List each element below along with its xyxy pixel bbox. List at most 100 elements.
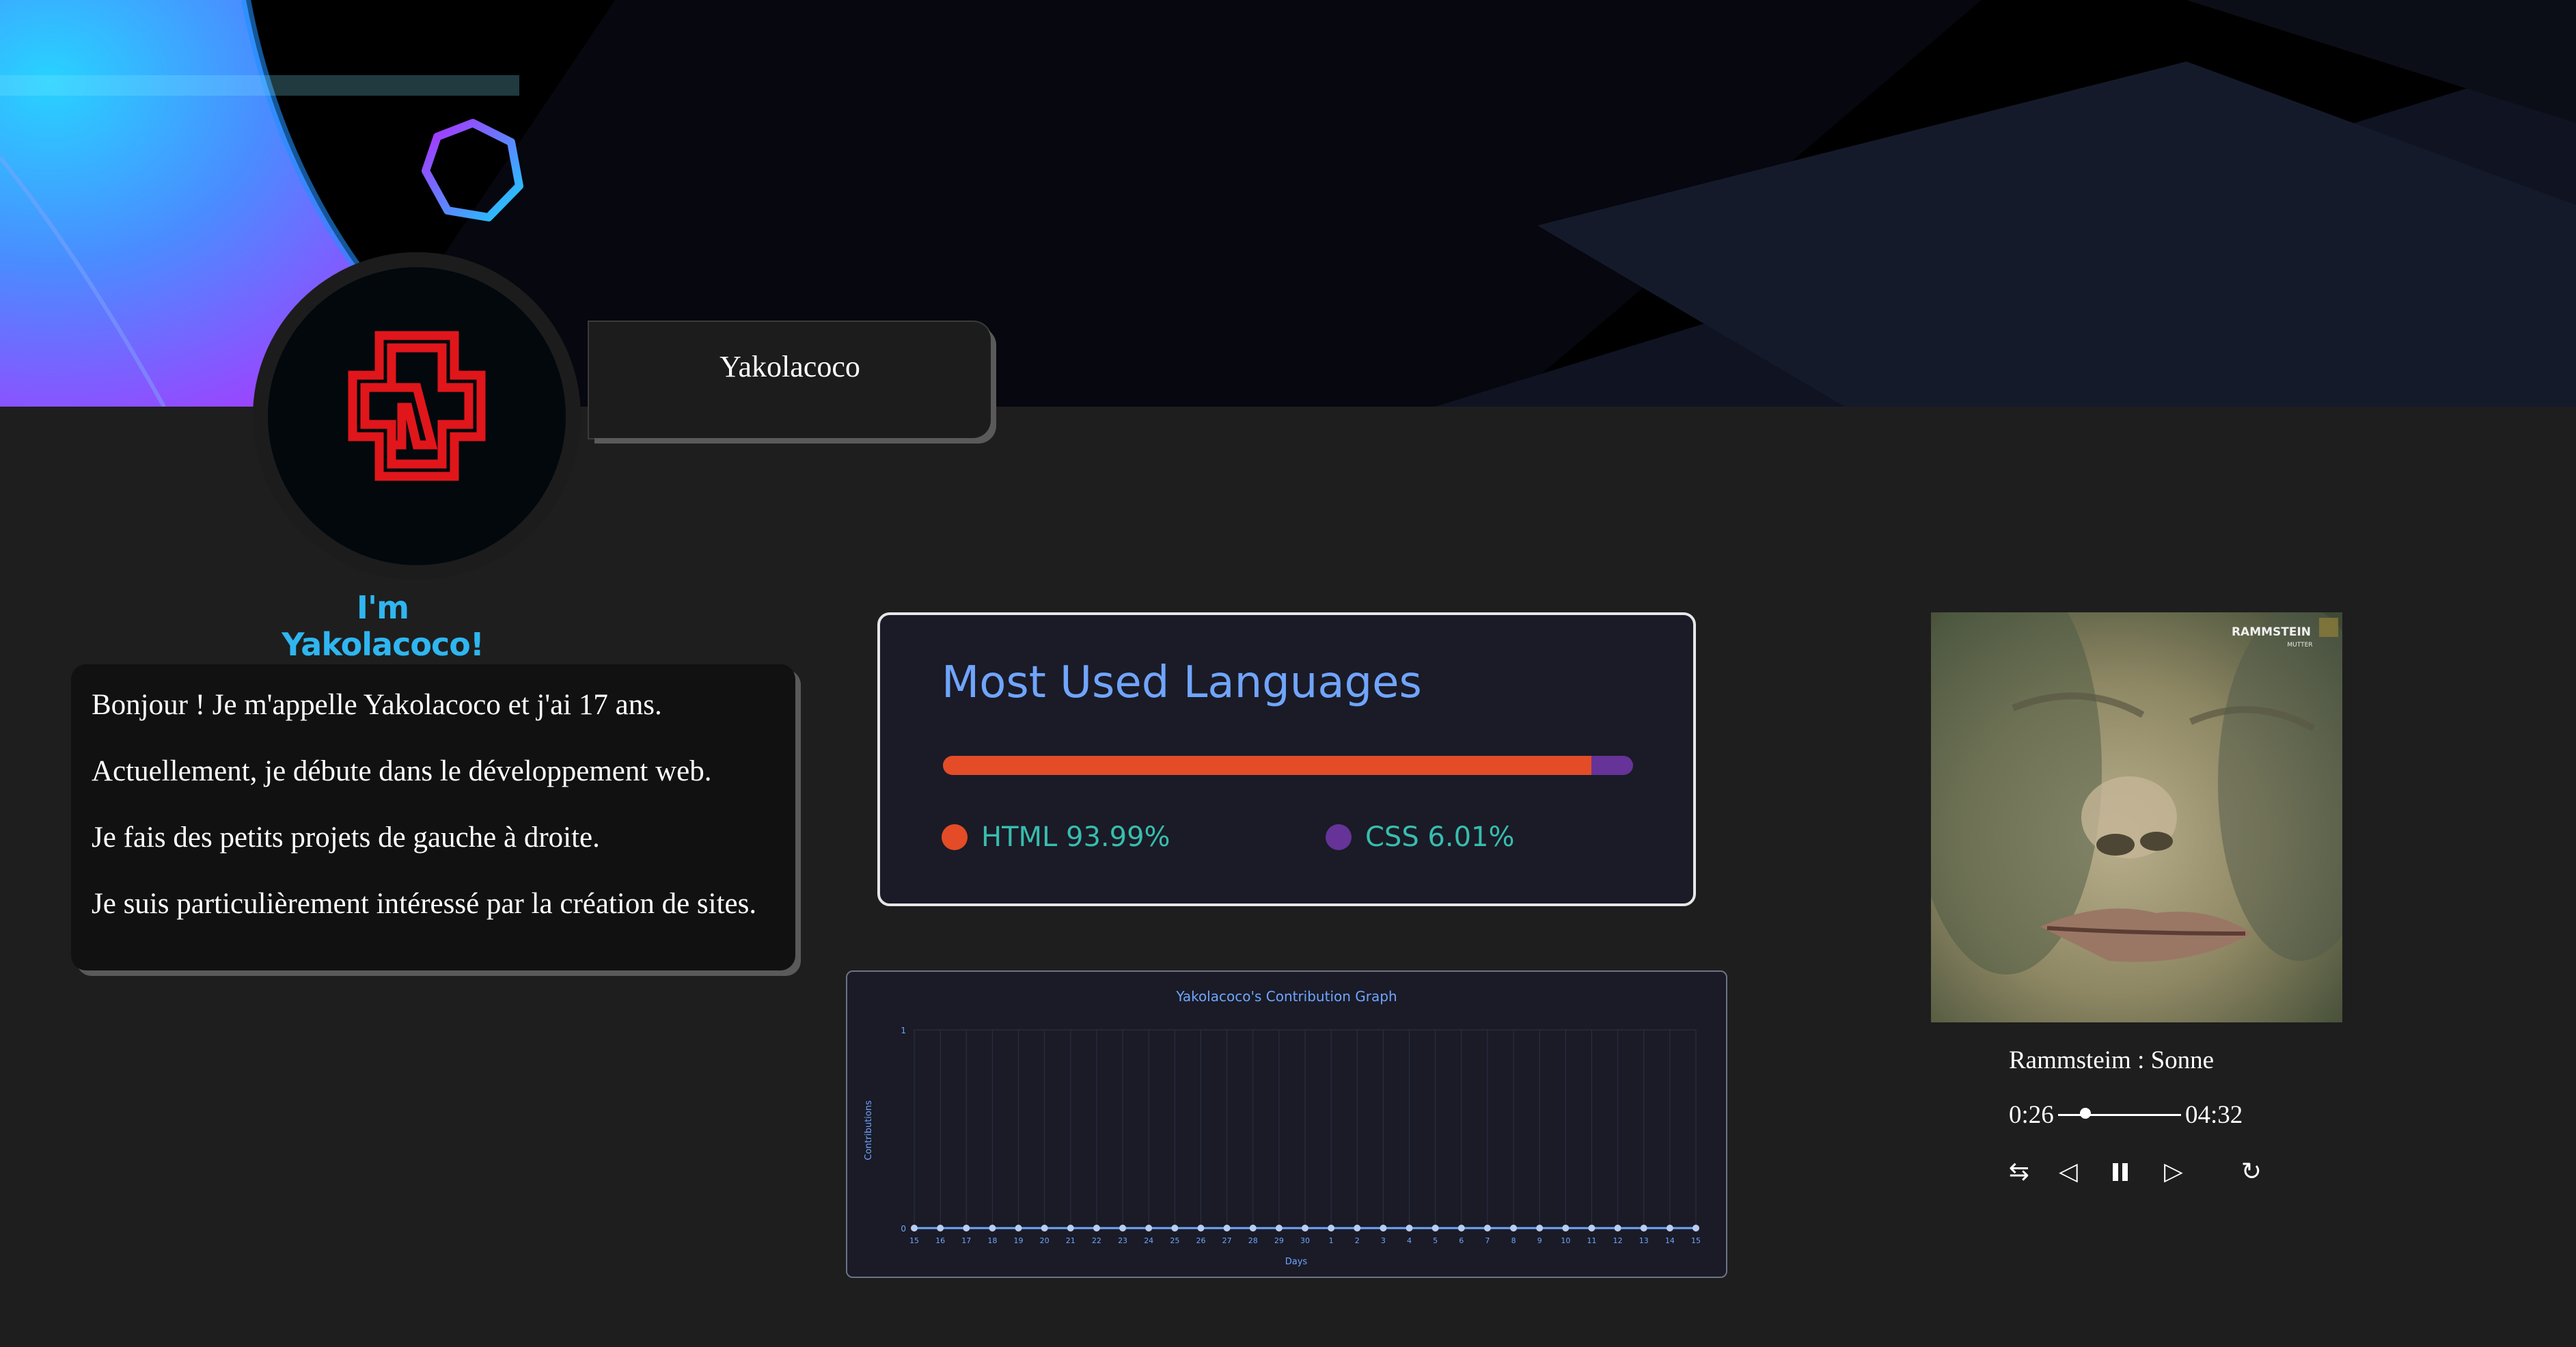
data-point [1536, 1225, 1544, 1232]
css-dot-icon [1326, 824, 1352, 850]
greeting-heading: I'm Yakolacoco! [282, 589, 484, 663]
x-tick-label: 16 [935, 1236, 945, 1245]
html-dot-icon [942, 824, 968, 850]
data-point [1510, 1225, 1518, 1232]
languages-progress-bar [943, 756, 1633, 775]
data-point [1588, 1225, 1595, 1232]
contribution-graph: Yakolacoco's Contribution Graph Contribu… [864, 988, 1701, 1267]
x-tick-label: 17 [961, 1236, 971, 1245]
y-axis-label: Contributions [864, 1100, 874, 1160]
data-point [1328, 1225, 1335, 1232]
css-label: CSS 6.01% [1365, 821, 1515, 853]
x-tick-label: 30 [1300, 1236, 1310, 1245]
repeat-icon: ↻ [2241, 1158, 2262, 1186]
contribution-graph-card: Yakolacoco's Contribution Graph Contribu… [846, 970, 1727, 1278]
shuffle-button[interactable]: ⇆ [2003, 1155, 2035, 1189]
x-tick-label: 25 [1170, 1236, 1179, 1245]
x-tick-label: 24 [1144, 1236, 1153, 1245]
x-tick-label: 15 [909, 1236, 919, 1245]
previous-button[interactable]: ◁ [2053, 1155, 2084, 1189]
x-tick-label: 14 [1665, 1236, 1675, 1245]
data-point [1249, 1225, 1257, 1232]
x-tick-label: 7 [1485, 1236, 1490, 1245]
most-used-languages-card: Most Used Languages HTML 93.99% CSS 6.01… [877, 612, 1696, 906]
bio-line: Je suis particulièrement intéressé par l… [92, 888, 757, 920]
x-tick-label: 2 [1355, 1236, 1360, 1245]
repeat-button[interactable]: ↻ [2236, 1155, 2267, 1189]
chart-grid [914, 1029, 1697, 1229]
data-point [1275, 1225, 1283, 1232]
x-tick-label: 20 [1040, 1236, 1050, 1245]
bio-card: Bonjour ! Je m'appelle Yakolacoco et j'a… [71, 664, 795, 970]
chart-marks: 0115 16 17 18 19 20 21 22 23 24 25 26 27 28 29 30 1 2 3 4 5 6… [901, 1026, 1701, 1245]
data-point [1302, 1225, 1308, 1232]
previous-icon: ◁ [2059, 1158, 2078, 1186]
x-tick-label: 26 [1196, 1236, 1205, 1245]
seek-handle[interactable] [2079, 1108, 2091, 1119]
data-point [989, 1225, 996, 1232]
data-point [1197, 1225, 1205, 1232]
data-point [1093, 1225, 1100, 1232]
rammstein-logo-icon [348, 331, 486, 481]
data-point [1666, 1225, 1673, 1232]
chart-title: Yakolacoco's Contribution Graph [1175, 988, 1397, 1005]
cover-band-text: RAMMSTEIN [2232, 625, 2311, 639]
x-tick-label: 12 [1613, 1236, 1623, 1245]
x-tick-label: 15 [1691, 1236, 1701, 1245]
x-tick-label: 4 [1407, 1236, 1412, 1245]
avatar[interactable] [268, 267, 566, 565]
x-tick-label: 27 [1222, 1236, 1232, 1245]
legend-item-css: CSS 6.01% [1326, 820, 1515, 854]
data-point [1354, 1225, 1361, 1232]
data-point [1015, 1225, 1022, 1232]
username: Yakolacoco [720, 350, 860, 383]
legend-item-html: HTML 93.99% [942, 820, 1170, 854]
x-tick-label: 6 [1459, 1236, 1464, 1245]
x-tick-label: 1 [1329, 1236, 1334, 1245]
duration: 04:32 [2185, 1101, 2243, 1129]
x-tick-label: 29 [1274, 1236, 1284, 1245]
x-tick-label: 28 [1248, 1236, 1258, 1245]
x-tick-label: 5 [1433, 1236, 1438, 1245]
data-point [963, 1225, 970, 1232]
data-point [1562, 1225, 1570, 1232]
song-title: Rammsteim : Sonne [2009, 1046, 2215, 1074]
languages-title: Most Used Languages [942, 657, 1422, 708]
x-axis-label: Days [1285, 1257, 1308, 1267]
x-tick-label: 23 [1118, 1236, 1127, 1245]
x-tick-label: 11 [1587, 1236, 1596, 1245]
x-tick-label: 19 [1014, 1236, 1024, 1245]
x-tick-label: 10 [1561, 1236, 1570, 1245]
next-icon: ▷ [2164, 1158, 2183, 1186]
cover-album-text: MUTTER [2287, 642, 2312, 649]
bio-line: Je fais des petits projets de gauche à d… [92, 821, 600, 854]
x-tick-label: 9 [1537, 1236, 1542, 1245]
data-point [937, 1225, 944, 1232]
data-point [1380, 1225, 1387, 1232]
data-point [1067, 1225, 1074, 1232]
x-tick-label: 18 [987, 1236, 997, 1245]
data-point [1483, 1225, 1491, 1232]
seek-bar[interactable] [2058, 1114, 2181, 1116]
pause-button[interactable] [2105, 1155, 2136, 1189]
data-point [1119, 1225, 1127, 1232]
next-button[interactable]: ▷ [2158, 1155, 2189, 1189]
album-cover-art: RAMMSTEIN MUTTER [1931, 612, 2342, 1022]
data-point [1614, 1225, 1621, 1232]
data-point [1145, 1225, 1153, 1232]
data-point [1640, 1225, 1647, 1232]
bio-line: Actuellement, je débute dans le développ… [92, 755, 712, 787]
shuffle-icon: ⇆ [2008, 1158, 2030, 1186]
x-tick-label: 8 [1511, 1236, 1516, 1245]
data-point [1693, 1225, 1699, 1232]
html-label: HTML 93.99% [981, 821, 1170, 853]
x-tick-label: 13 [1639, 1236, 1649, 1245]
data-point [911, 1225, 918, 1232]
data-point [1431, 1225, 1439, 1232]
current-time: 0:26 [2009, 1101, 2054, 1129]
y-tick-label: 1 [901, 1026, 906, 1035]
data-point [1406, 1225, 1413, 1232]
data-point [1171, 1225, 1179, 1232]
y-tick-label: 0 [901, 1224, 906, 1234]
x-tick-label: 3 [1381, 1236, 1386, 1245]
